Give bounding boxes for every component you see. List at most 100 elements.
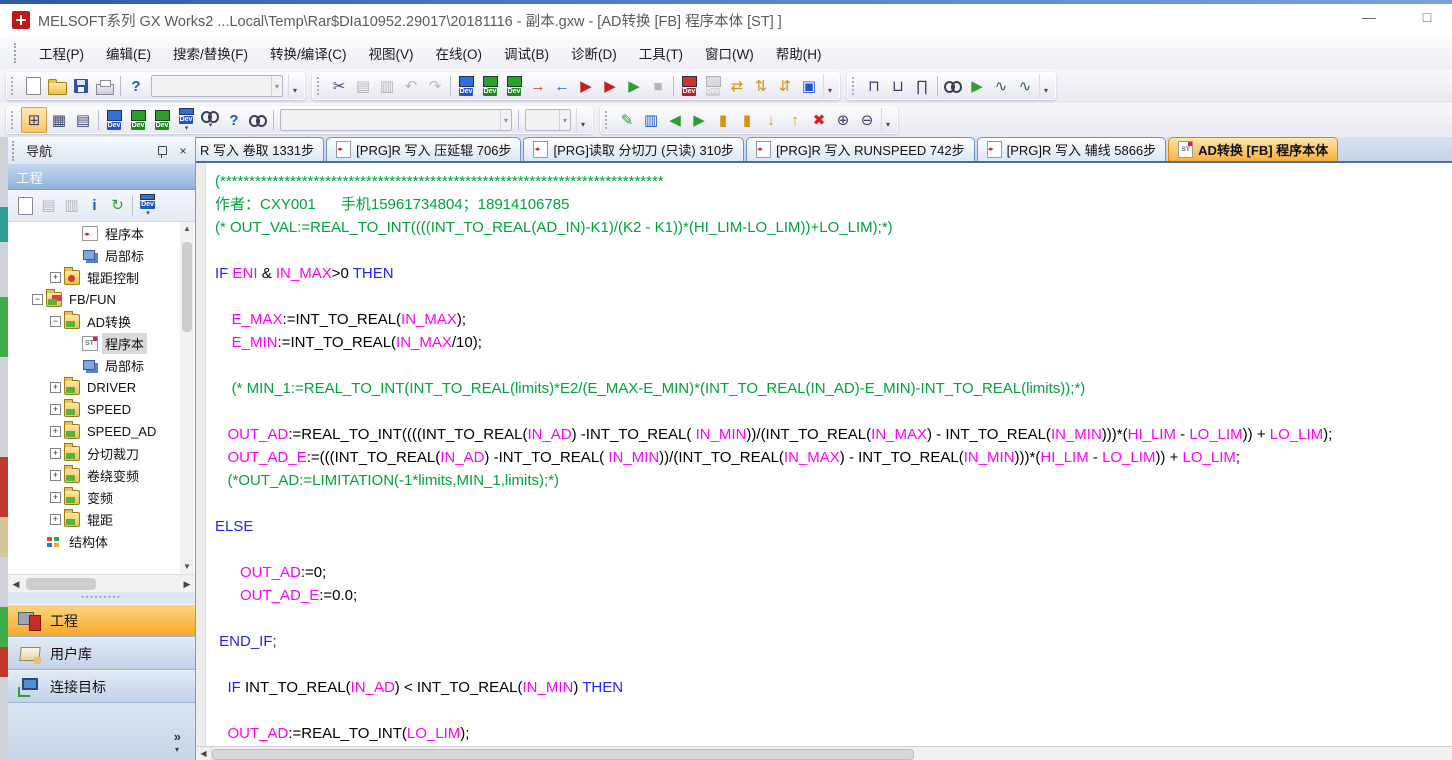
- toolbar-grip[interactable]: [605, 111, 611, 129]
- bookmark-clear-icon[interactable]: ✖: [807, 108, 831, 132]
- project-combo[interactable]: ▾: [151, 75, 283, 97]
- menu-item-4[interactable]: 转换/编译(C): [259, 39, 358, 67]
- read-from-plc-icon[interactable]: ←: [550, 74, 574, 98]
- editor-horizontal-scrollbar[interactable]: ◀: [196, 746, 1452, 760]
- configure-buttons-arrow-icon[interactable]: ▾: [175, 745, 179, 754]
- view-button-连接目标[interactable]: 连接目标: [8, 670, 195, 703]
- toolbar-grip[interactable]: [11, 77, 17, 95]
- cut-icon[interactable]: ✂: [327, 74, 351, 98]
- tree-item-FB/FUN[interactable]: −FB/FUN: [8, 288, 195, 310]
- cross-reference-icon[interactable]: [246, 108, 270, 132]
- toolbar-grip[interactable]: [852, 77, 858, 95]
- open-project-icon[interactable]: [45, 74, 69, 98]
- document-tab[interactable]: [PRG]R 写入 RUNSPEED 742步: [746, 137, 975, 161]
- buffer-memory-monitor-icon[interactable]: ∿: [1013, 74, 1037, 98]
- expand-icon[interactable]: +: [50, 382, 61, 393]
- expand-icon[interactable]: +: [50, 272, 61, 283]
- tree-item-AD转换[interactable]: −AD转换: [8, 310, 195, 332]
- help-icon[interactable]: ?: [124, 74, 148, 98]
- device-display-format-icon[interactable]: Dev▾: [174, 108, 198, 132]
- minimize-button[interactable]: —: [1352, 6, 1386, 30]
- scan-time-measure-icon[interactable]: ∿: [989, 74, 1013, 98]
- expand-icon[interactable]: +: [50, 448, 61, 459]
- tree-item-辊距[interactable]: +辊距: [8, 508, 195, 530]
- device-ladder-icon[interactable]: Dev: [102, 108, 126, 132]
- panel-splitter[interactable]: ▪▪▪▪▪▪▪▪▪: [8, 592, 195, 604]
- st-code-editor[interactable]: (***************************************…: [196, 163, 1452, 746]
- find-previous-icon[interactable]: ◀: [663, 108, 687, 132]
- pc-communication-icon[interactable]: ▣: [797, 74, 821, 98]
- pulse-execution-icon[interactable]: ∏: [910, 74, 934, 98]
- menu-item-9[interactable]: 工具(T): [628, 39, 694, 67]
- work-window-icon[interactable]: ▤: [71, 108, 95, 132]
- expand-icon[interactable]: +: [50, 426, 61, 437]
- menu-item-5[interactable]: 视图(V): [358, 39, 425, 67]
- tree-horizontal-scrollbar[interactable]: ◀ ▶: [8, 574, 195, 593]
- scrollbar-thumb[interactable]: [182, 242, 192, 332]
- jump-up-icon[interactable]: ↑: [783, 108, 807, 132]
- expand-icon[interactable]: +: [50, 470, 61, 481]
- device-test-icon[interactable]: Dev: [502, 74, 526, 98]
- undo-icon[interactable]: ↶: [399, 74, 423, 98]
- scroll-left-icon[interactable]: ◀: [8, 575, 24, 593]
- new-project-icon[interactable]: [21, 74, 45, 98]
- device-test-window-icon[interactable]: [941, 74, 965, 98]
- menu-item-7[interactable]: 调试(B): [493, 39, 560, 67]
- edit-mode-icon[interactable]: ✎: [615, 108, 639, 132]
- function-block-list-icon[interactable]: ▦: [47, 108, 71, 132]
- menu-item-1[interactable]: 工程(P): [28, 39, 95, 67]
- expand-icon[interactable]: +: [50, 404, 61, 415]
- forced-input-on-icon[interactable]: ⊓: [862, 74, 886, 98]
- tree-item-局部标[interactable]: 局部标: [8, 244, 195, 266]
- read-mode-icon[interactable]: ▥: [639, 108, 663, 132]
- redo-icon[interactable]: ↷: [423, 74, 447, 98]
- sort-filter-icon[interactable]: Dev▾: [136, 194, 159, 217]
- remote-operation-icon[interactable]: ⇅: [749, 74, 773, 98]
- copy-icon[interactable]: ▤: [351, 74, 375, 98]
- tree-item-卷绕变频[interactable]: +卷绕变频: [8, 464, 195, 486]
- toolbar-grip[interactable]: [317, 77, 323, 95]
- help-2-icon[interactable]: ?: [222, 108, 246, 132]
- document-tab-active[interactable]: STAD转换 [FB] 程序本体: [1168, 137, 1338, 161]
- online-write-icon[interactable]: ⇵: [773, 74, 797, 98]
- tree-item-辊距控制[interactable]: +辊距控制: [8, 266, 195, 288]
- menu-item-8[interactable]: 诊断(D): [560, 39, 628, 67]
- scroll-right-icon[interactable]: ▶: [179, 575, 195, 593]
- bookmark-set-icon[interactable]: ▮: [711, 108, 735, 132]
- monitor-start-icon[interactable]: ▶: [574, 74, 598, 98]
- online-verify-icon[interactable]: ⇄: [725, 74, 749, 98]
- scroll-left-icon[interactable]: ◀: [196, 747, 212, 760]
- zoom-out-icon[interactable]: ⊖: [855, 108, 879, 132]
- tree-item-结构体[interactable]: 结构体: [8, 530, 195, 552]
- zoom-in-icon[interactable]: ⊕: [831, 108, 855, 132]
- device-batch-icon[interactable]: Dev: [150, 108, 174, 132]
- forced-input-off-icon[interactable]: ⊔: [886, 74, 910, 98]
- device-table-icon[interactable]: Dev: [126, 108, 150, 132]
- toolbar-overflow-button[interactable]: ▾: [1039, 74, 1052, 98]
- monitor-write-icon[interactable]: ▶: [598, 74, 622, 98]
- toolbar-grip[interactable]: [11, 111, 17, 129]
- data-property-icon[interactable]: i: [83, 194, 106, 217]
- device-display-icon[interactable]: Dev: [677, 74, 701, 98]
- menu-item-2[interactable]: 编辑(E): [95, 39, 162, 67]
- save-project-icon[interactable]: [69, 74, 93, 98]
- monitor-stop-icon[interactable]: ■: [646, 74, 670, 98]
- paste-data-icon[interactable]: ▥: [60, 194, 83, 217]
- maximize-button[interactable]: □: [1410, 6, 1444, 30]
- menu-item-6[interactable]: 在线(O): [425, 39, 494, 67]
- print-icon[interactable]: [93, 74, 117, 98]
- menu-grip[interactable]: [14, 43, 20, 63]
- expand-icon[interactable]: +: [50, 492, 61, 503]
- document-tab[interactable]: [PRG]R 写入 压延辊 706步: [326, 137, 521, 161]
- monitor-watch-icon[interactable]: ▶: [622, 74, 646, 98]
- refresh-view-icon[interactable]: ↻: [106, 194, 129, 217]
- sampling-trace-icon[interactable]: ▶: [965, 74, 989, 98]
- watch-combo[interactable]: ▾: [280, 109, 512, 131]
- jump-down-icon[interactable]: ↓: [759, 108, 783, 132]
- new-data-icon[interactable]: [14, 194, 37, 217]
- toolbar-overflow-button[interactable]: ▾: [576, 108, 589, 132]
- menu-item-3[interactable]: 搜索/替换(F): [162, 39, 259, 67]
- write-to-plc-icon[interactable]: →: [526, 74, 550, 98]
- toolbar-overflow-button[interactable]: ▾: [288, 74, 301, 98]
- find-device-icon[interactable]: ▾: [198, 108, 222, 132]
